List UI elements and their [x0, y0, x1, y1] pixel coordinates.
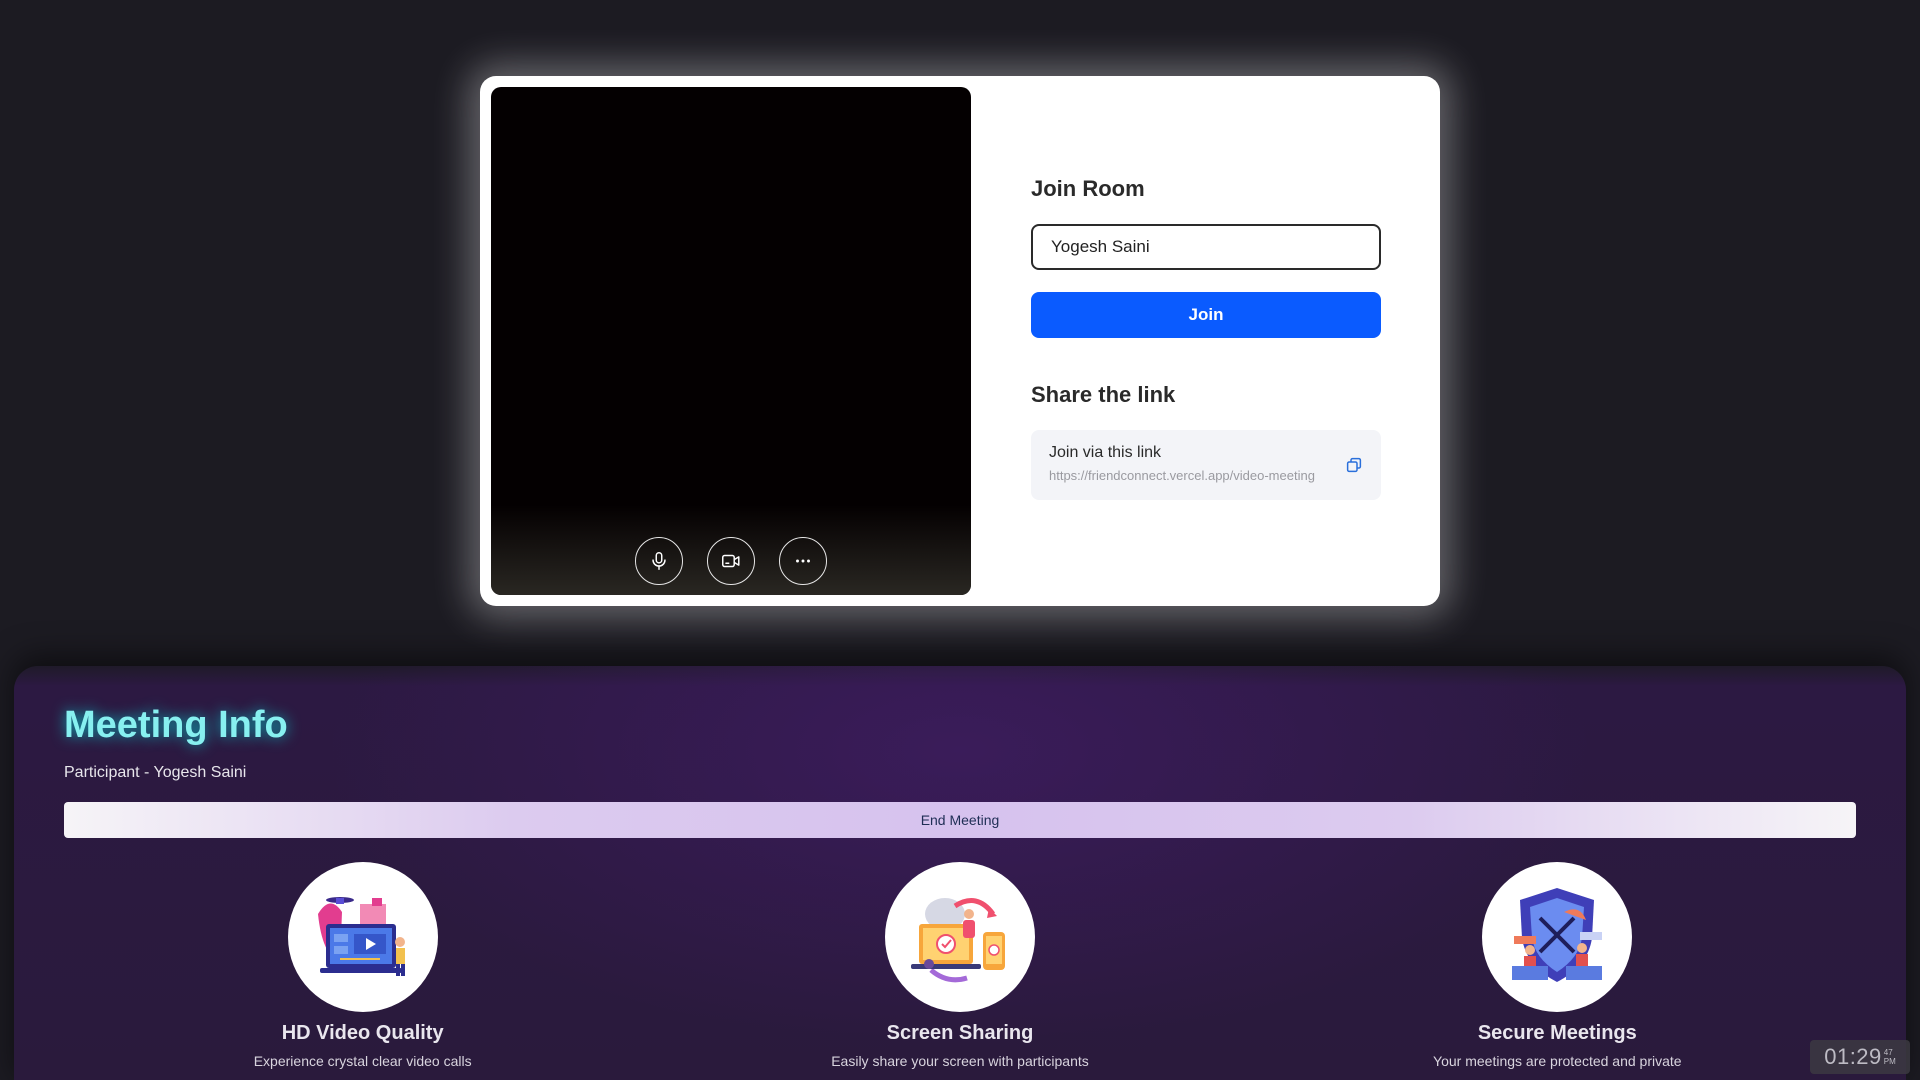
- video-controls: [491, 537, 971, 585]
- clock-suffix: 47 PM: [1884, 1048, 1896, 1066]
- feature-image: [287, 862, 438, 1012]
- microphone-icon: [652, 552, 666, 570]
- copy-link-button[interactable]: [1343, 454, 1365, 476]
- features-row: HD Video Quality Experience crystal clea…: [64, 862, 1856, 1069]
- microphone-button[interactable]: [635, 537, 683, 585]
- feature-description: Your meetings are protected and private: [1433, 1053, 1682, 1069]
- participant-label: Participant - Yogesh Saini: [64, 764, 247, 781]
- feature-hd-video: HD Video Quality Experience crystal clea…: [113, 862, 613, 1069]
- clock-time: 01:29: [1824, 1044, 1882, 1069]
- join-panel: Join Room Join Share the link Join via t…: [1031, 176, 1381, 500]
- share-link-box: Join via this link https://friendconnect…: [1031, 430, 1381, 500]
- meeting-info-section: Meeting Info Participant - Yogesh Saini …: [14, 666, 1906, 1080]
- camera-button[interactable]: [707, 537, 755, 585]
- feature-title: Screen Sharing: [886, 1022, 1034, 1044]
- more-options-button[interactable]: [779, 537, 827, 585]
- join-card: Join Room Join Share the link Join via t…: [480, 76, 1440, 606]
- feature-image: [884, 862, 1035, 1012]
- hd-video-illustration-icon: [317, 897, 405, 976]
- feature-description: Easily share your screen with participan…: [831, 1053, 1089, 1069]
- more-options-icon: [796, 559, 810, 563]
- end-meeting-button[interactable]: End Meeting: [64, 802, 1856, 838]
- share-link-title: Join via this link: [1049, 444, 1162, 461]
- copy-icon: [1346, 457, 1362, 473]
- screen-sharing-illustration-icon: [910, 898, 1005, 983]
- join-room-heading: Join Room: [1031, 176, 1145, 201]
- clock-widget: 01:29 47 PM: [1810, 1040, 1910, 1074]
- feature-screen-sharing: Screen Sharing Easily share your screen …: [710, 862, 1210, 1069]
- join-button[interactable]: Join: [1031, 292, 1381, 338]
- video-camera-icon: [722, 554, 740, 568]
- feature-image: [1482, 862, 1633, 1012]
- share-link-url[interactable]: https://friendconnect.vercel.app/video-m…: [1049, 468, 1323, 483]
- feature-description: Experience crystal clear video calls: [253, 1053, 472, 1069]
- secure-meetings-illustration-icon: [1512, 888, 1603, 982]
- feature-secure-meetings: Secure Meetings Your meetings are protec…: [1307, 862, 1807, 1069]
- clock-period: PM: [1883, 1057, 1896, 1066]
- video-preview: [491, 87, 971, 595]
- name-input[interactable]: [1031, 224, 1381, 270]
- share-link-heading: Share the link: [1031, 382, 1176, 407]
- feature-title: Secure Meetings: [1477, 1022, 1637, 1044]
- meeting-info-title: Meeting Info: [64, 704, 288, 746]
- feature-title: HD Video Quality: [281, 1022, 444, 1044]
- clock-seconds: 47: [1883, 1048, 1893, 1057]
- app-root: Join Room Join Share the link Join via t…: [0, 0, 1920, 1080]
